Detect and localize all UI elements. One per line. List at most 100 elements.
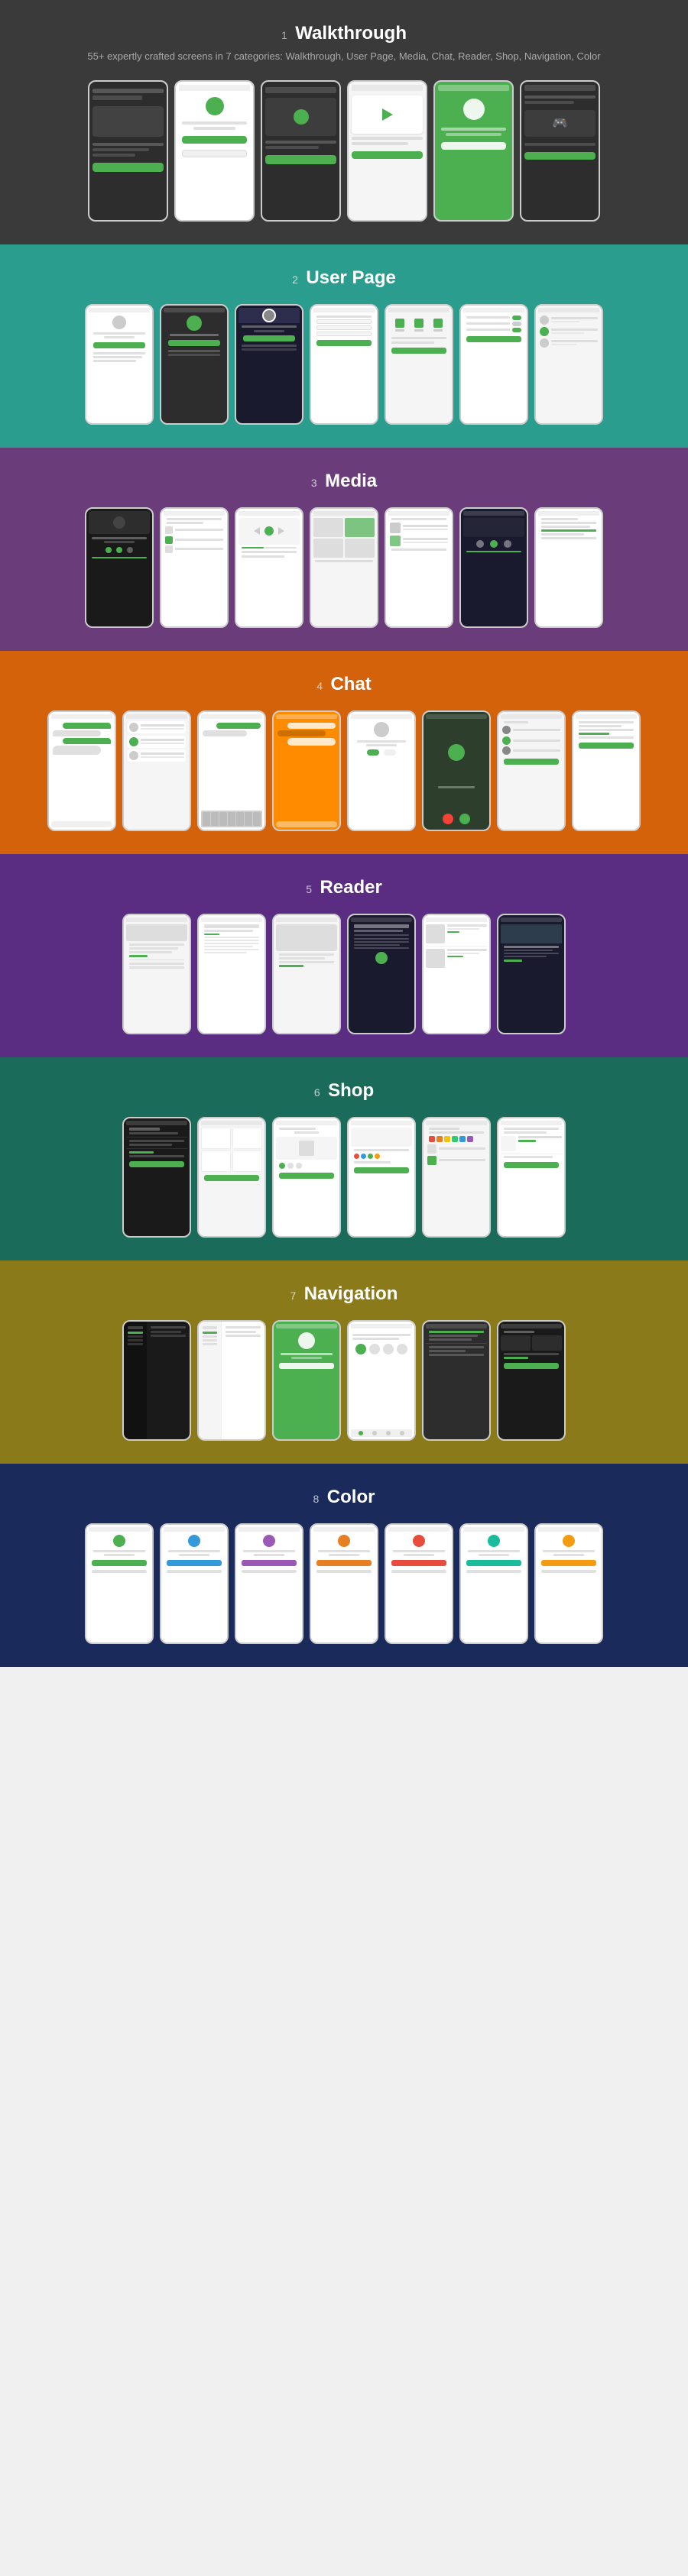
phone-shop-6: [497, 1117, 566, 1238]
phone-chat-8: [572, 710, 641, 831]
media-phones-row: [15, 507, 673, 628]
phone-media-7: [534, 507, 603, 628]
color-phones-row: [15, 1523, 673, 1644]
phone-nav-6: [497, 1320, 566, 1441]
phone-chat-6: [422, 710, 491, 831]
section-1-title: Walkthrough: [295, 23, 407, 44]
section-3-number-title: 3 Media: [15, 471, 673, 492]
section-walkthrough: 1 Walkthrough 55+ expertly crafted scree…: [0, 0, 688, 244]
phone-media-6: [459, 507, 528, 628]
phone-nav-2: [197, 1320, 266, 1441]
section-6-number-title: 6 Shop: [15, 1080, 673, 1102]
section-5-header: 5 Reader: [15, 877, 673, 898]
phone-chat-2: [122, 710, 191, 831]
section-8-title: Color: [327, 1487, 375, 1507]
section-4-number: 4: [316, 680, 323, 692]
phone-nav-1: [122, 1320, 191, 1441]
phone-media-3: [235, 507, 303, 628]
section-6-header: 6 Shop: [15, 1080, 673, 1102]
section-4-title: Chat: [330, 674, 371, 694]
section-7-number-title: 7 Navigation: [15, 1283, 673, 1305]
phone-shop-5: [422, 1117, 491, 1238]
section-7-header: 7 Navigation: [15, 1283, 673, 1305]
phone-chat-3: [197, 710, 266, 831]
phone-reader-4: [347, 914, 416, 1034]
phone-walkthrough-3: [261, 80, 341, 222]
phone-chat-5: [347, 710, 416, 831]
phone-shop-3: [272, 1117, 341, 1238]
section-4-number-title: 4 Chat: [15, 674, 673, 695]
section-2-header: 2 User Page: [15, 267, 673, 289]
phone-nav-3: [272, 1320, 341, 1441]
section-6-number: 6: [314, 1086, 320, 1099]
section-3-header: 3 Media: [15, 471, 673, 492]
section-2-number: 2: [292, 273, 298, 286]
section-1-number-title: 1 Walkthrough: [15, 23, 673, 44]
phone-chat-4: [272, 710, 341, 831]
section-media: 3 Media: [0, 448, 688, 651]
phone-reader-1: [122, 914, 191, 1034]
phone-color-5: [385, 1523, 453, 1644]
phone-reader-2: [197, 914, 266, 1034]
section-1-subtitle: 55+ expertly crafted screens in 7 catego…: [15, 49, 673, 65]
user-page-phones-row: [15, 304, 673, 425]
phone-walkthrough-6: 🎮: [520, 80, 600, 222]
phone-media-1: [85, 507, 154, 628]
phone-shop-2: [197, 1117, 266, 1238]
section-1-number: 1: [281, 29, 287, 41]
shop-phones-row: [15, 1117, 673, 1238]
section-7-title: Navigation: [304, 1283, 398, 1304]
section-chat: 4 Chat: [0, 651, 688, 854]
phone-user-3: [235, 304, 303, 425]
phone-user-6: [459, 304, 528, 425]
section-3-title: Media: [325, 471, 377, 491]
phone-color-1: [85, 1523, 154, 1644]
phone-user-4: [310, 304, 378, 425]
phone-shop-4: [347, 1117, 416, 1238]
section-1-header: 1 Walkthrough 55+ expertly crafted scree…: [15, 23, 673, 65]
section-5-title: Reader: [320, 877, 381, 898]
phone-color-6: [459, 1523, 528, 1644]
phone-user-2: [160, 304, 229, 425]
section-4-header: 4 Chat: [15, 674, 673, 695]
phone-nav-5: [422, 1320, 491, 1441]
phone-media-2: [160, 507, 229, 628]
walkthrough-phones-row: 🎮: [15, 80, 673, 222]
phone-chat-1: [47, 710, 116, 831]
section-reader: 5 Reader: [0, 854, 688, 1057]
phone-media-4: [310, 507, 378, 628]
section-8-header: 8 Color: [15, 1487, 673, 1508]
section-7-number: 7: [290, 1290, 297, 1302]
phone-chat-7: [497, 710, 566, 831]
phone-reader-6: [497, 914, 566, 1034]
section-color: 8 Color: [0, 1464, 688, 1667]
section-8-number: 8: [313, 1493, 320, 1505]
chat-phones-row: [15, 710, 673, 831]
phone-walkthrough-2: [174, 80, 255, 222]
section-3-number: 3: [311, 477, 317, 489]
section-2-title: User Page: [306, 267, 395, 288]
phone-media-5: [385, 507, 453, 628]
section-shop: 6 Shop: [0, 1057, 688, 1260]
phone-reader-3: [272, 914, 341, 1034]
section-5-number-title: 5 Reader: [15, 877, 673, 898]
phone-color-7: [534, 1523, 603, 1644]
section-6-title: Shop: [328, 1080, 374, 1101]
phone-walkthrough-1: [88, 80, 168, 222]
phone-reader-5: [422, 914, 491, 1034]
phone-user-1: [85, 304, 154, 425]
section-user-page: 2 User Page: [0, 244, 688, 448]
phone-nav-4: [347, 1320, 416, 1441]
section-5-number: 5: [306, 883, 312, 895]
phone-color-4: [310, 1523, 378, 1644]
phone-user-7: [534, 304, 603, 425]
phone-shop-1: [122, 1117, 191, 1238]
phone-walkthrough-4: [347, 80, 427, 222]
phone-user-5: [385, 304, 453, 425]
phone-color-3: [235, 1523, 303, 1644]
section-2-number-title: 2 User Page: [15, 267, 673, 289]
phone-walkthrough-5: [433, 80, 514, 222]
section-8-number-title: 8 Color: [15, 1487, 673, 1508]
phone-color-2: [160, 1523, 229, 1644]
section-navigation: 7 Navigation: [0, 1260, 688, 1464]
